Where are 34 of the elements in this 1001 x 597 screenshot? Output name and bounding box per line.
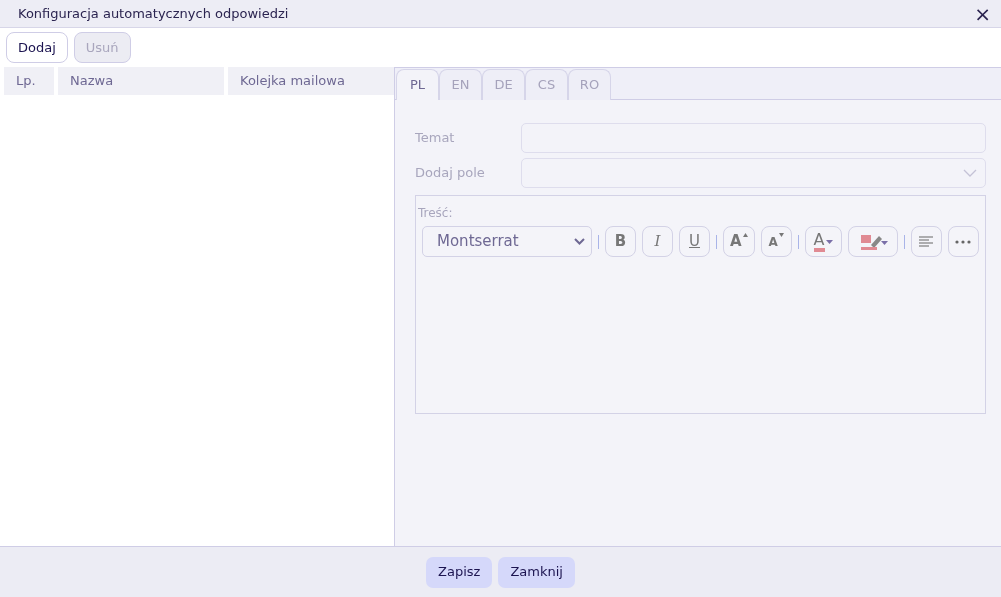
- align-button[interactable]: [910, 226, 942, 257]
- field-label: Dodaj pole: [415, 163, 486, 182]
- language-tab[interactable]: CS: [525, 69, 568, 100]
- close-button[interactable]: ×: [974, 3, 991, 24]
- language-tab[interactable]: DE: [482, 69, 525, 100]
- font-select[interactable]: Montserrat: [422, 226, 592, 257]
- align-left-icon: [919, 235, 934, 248]
- highlight-button[interactable]: [847, 226, 898, 257]
- chevron-down-icon: [574, 238, 585, 245]
- underline-button[interactable]: U: [679, 226, 710, 257]
- more-button[interactable]: [947, 226, 979, 257]
- language-tab[interactable]: EN: [439, 69, 482, 100]
- caret-down-icon: [825, 239, 833, 244]
- italic-button[interactable]: I: [642, 226, 673, 257]
- close-button[interactable]: Zamknij: [498, 556, 575, 588]
- chevron-down-icon: [962, 168, 977, 177]
- content-label: Treść:: [417, 205, 454, 222]
- more-icon: [955, 239, 972, 244]
- font-color-button[interactable]: A: [804, 226, 842, 257]
- column-header[interactable]: Nazwa: [58, 67, 224, 95]
- bold-button[interactable]: B: [605, 226, 636, 257]
- add-button[interactable]: Dodaj: [6, 32, 68, 63]
- column-header[interactable]: Kolejka mailowa: [228, 67, 394, 95]
- caret-down-icon: [778, 233, 784, 237]
- language-tab[interactable]: RO: [568, 69, 611, 100]
- field-label: Temat: [415, 128, 456, 147]
- window-title: Konfiguracja automatycznych odpowiedzi: [18, 4, 289, 23]
- add-field-dropdown[interactable]: [521, 157, 986, 188]
- decrease-font-button[interactable]: A: [760, 226, 792, 257]
- save-button[interactable]: Zapisz: [426, 556, 493, 588]
- language-tab[interactable]: PL: [396, 69, 439, 100]
- column-header[interactable]: Lp.: [4, 67, 54, 95]
- increase-font-button[interactable]: A: [723, 226, 755, 257]
- caret-up-icon: [742, 233, 748, 237]
